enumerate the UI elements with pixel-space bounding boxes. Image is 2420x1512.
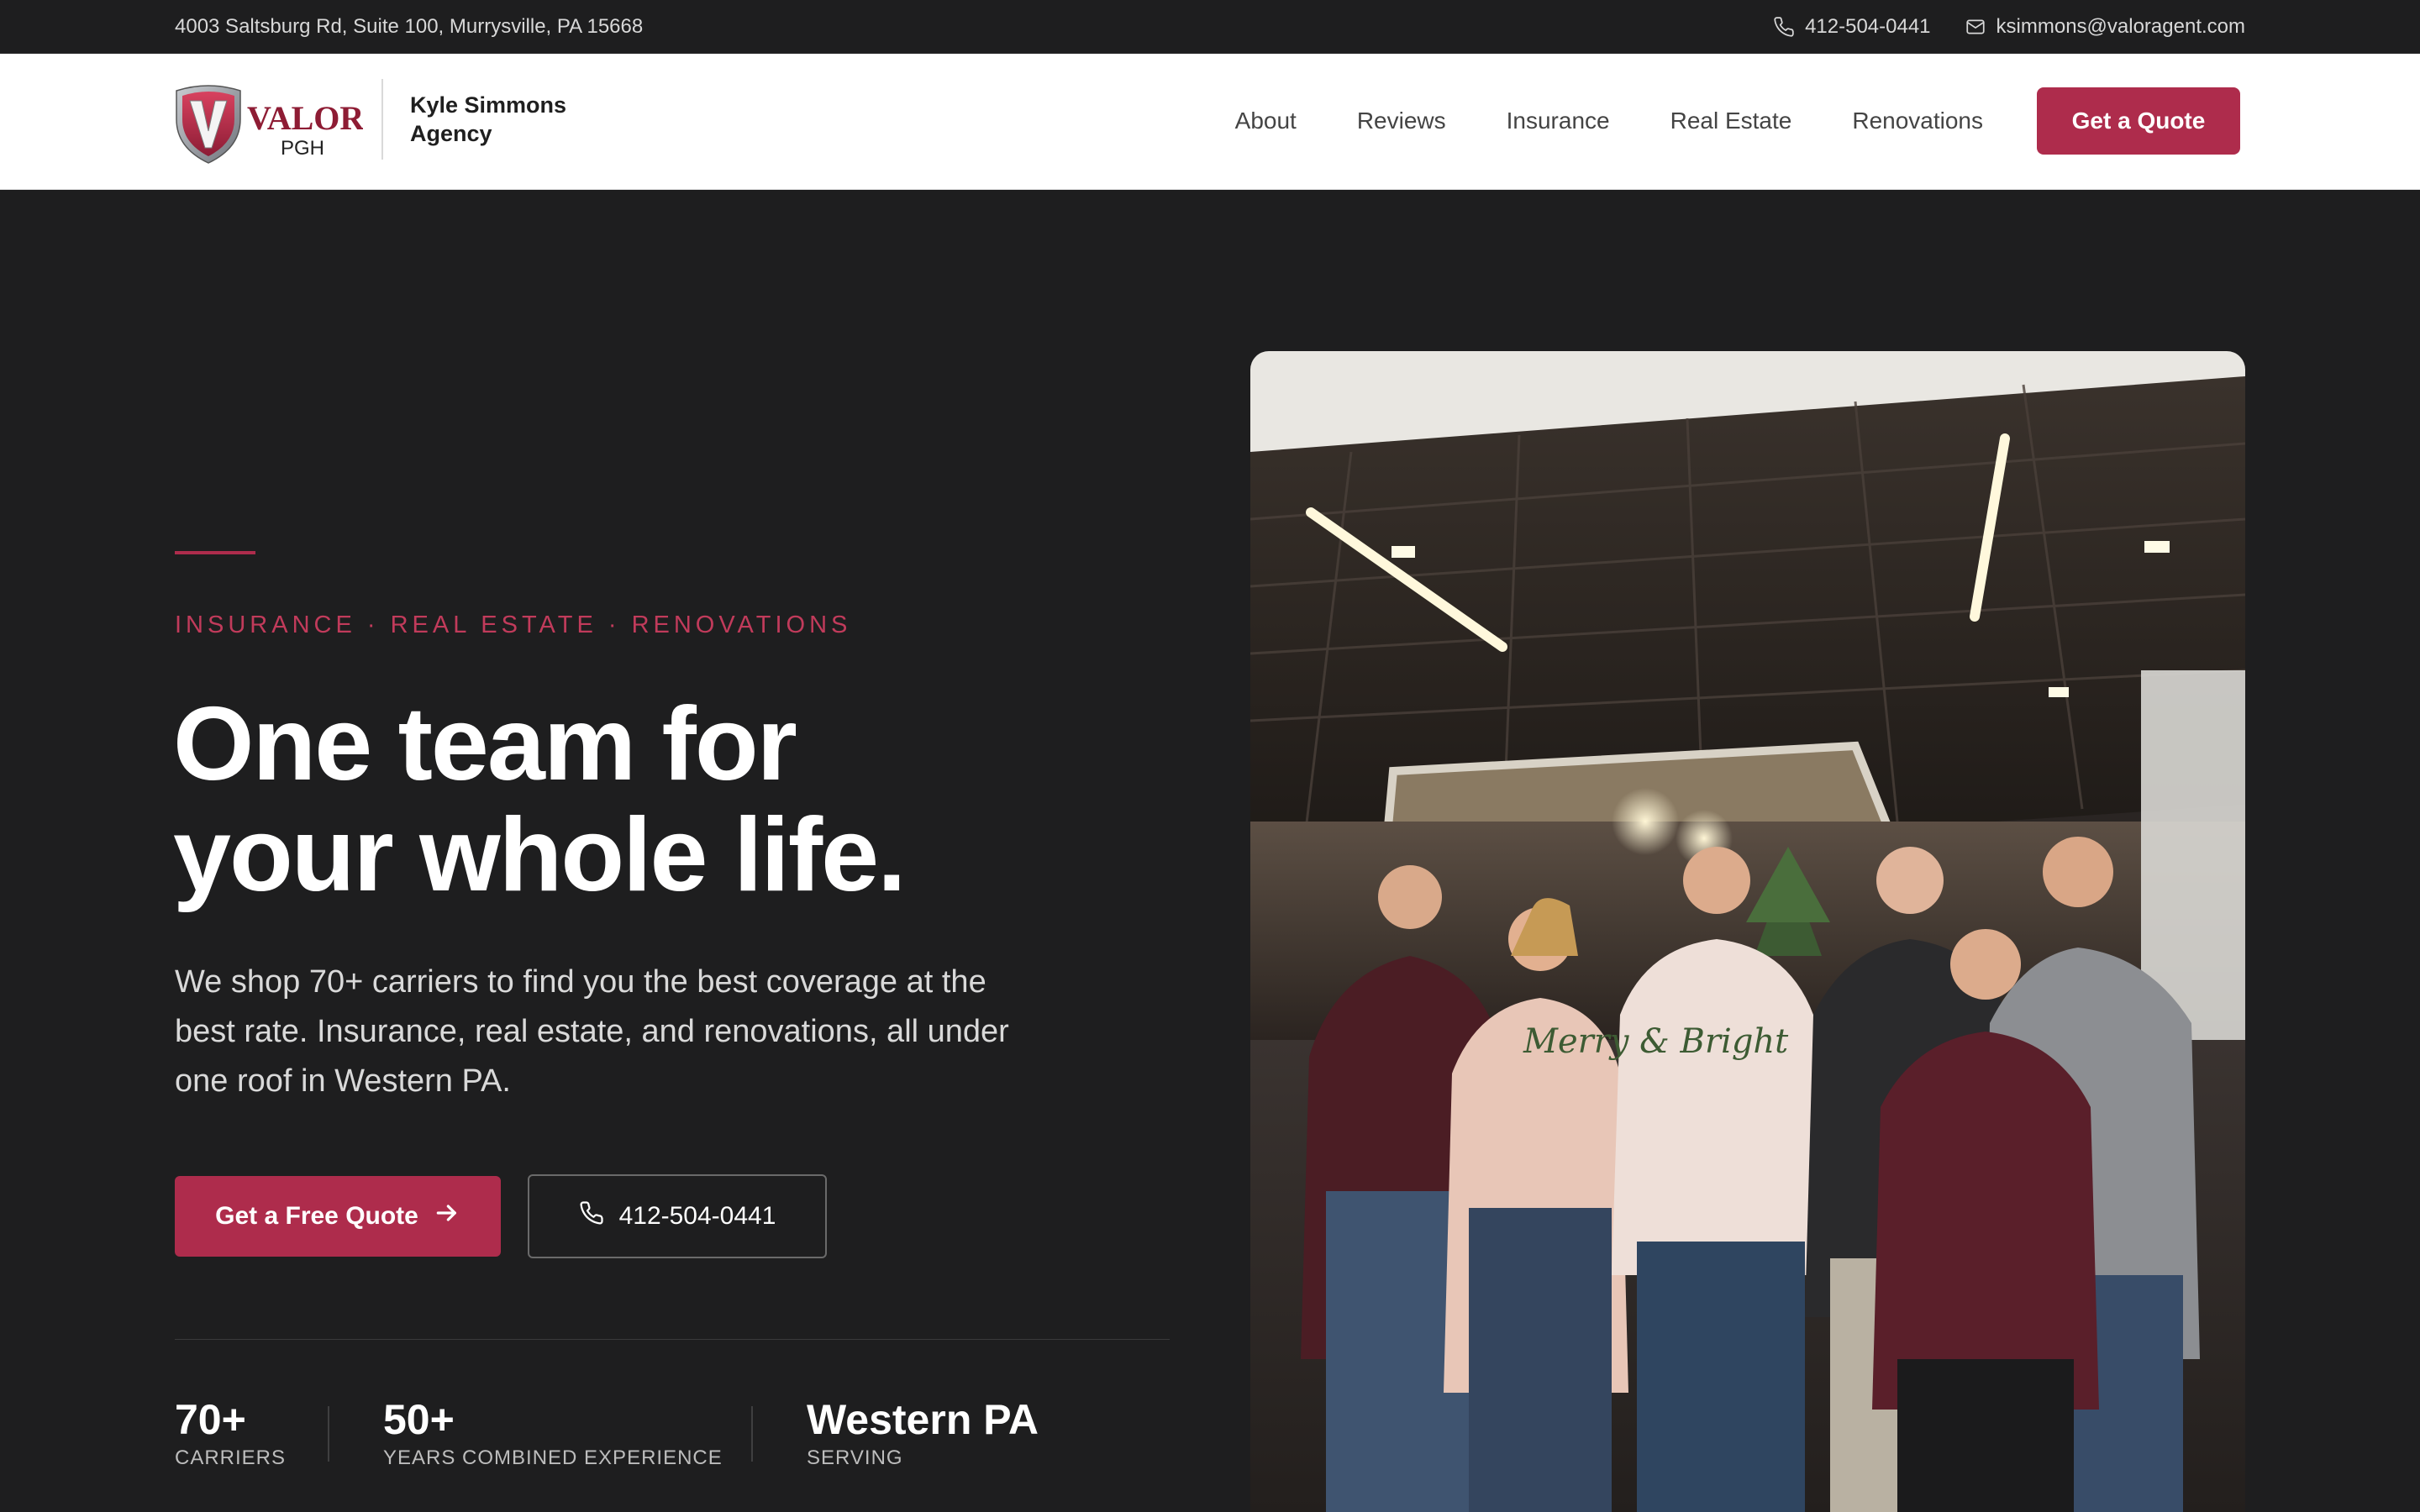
stat-separator <box>751 1406 753 1462</box>
nav-insurance[interactable]: Insurance <box>1507 87 1610 155</box>
accent-line <box>175 551 255 554</box>
valor-logo[interactable]: VALOR PGH <box>171 79 365 166</box>
stat-value: 50+ <box>383 1396 455 1443</box>
hero-headline-line1: One team for <box>173 686 797 802</box>
phone-icon <box>579 1200 604 1232</box>
logo-divider <box>381 79 383 160</box>
agency-name: Kyle Simmons Agency <box>410 91 612 148</box>
hero-subtext: We shop 70+ carriers to find you the bes… <box>175 964 1009 1099</box>
agency-name-line2: Agency <box>410 121 492 146</box>
hero-eyebrow: INSURANCE · REAL ESTATE · RENOVATIONS <box>175 612 852 638</box>
stat-serving: Western PA SERVING <box>807 1394 1039 1470</box>
svg-text:VALOR: VALOR <box>247 99 363 137</box>
nav-renovations[interactable]: Renovations <box>1852 87 1983 155</box>
topbar-contact: 412-504-0441 ksimmons@valoragent.com <box>1773 13 2245 40</box>
hero-headline-line2: your whole life. <box>173 797 907 913</box>
phone-icon <box>1773 16 1795 38</box>
stats-divider <box>175 1339 1170 1340</box>
sweater-text: Merry & Bright <box>1523 1022 1789 1061</box>
topbar-phone-link[interactable]: 412-504-0441 <box>1773 13 1931 40</box>
team-photo: Merry & Bright <box>1250 351 2245 1512</box>
call-phone-label: 412-504-0441 <box>618 1202 776 1230</box>
stat-carriers: 70+ CARRIERS <box>175 1394 286 1470</box>
nav-real-estate[interactable]: Real Estate <box>1670 87 1792 155</box>
stat-label: SERVING <box>807 1446 903 1469</box>
site-header: VALOR PGH Kyle Simmons Agency About Revi… <box>0 54 2420 190</box>
hero-headline: One team for your whole life. <box>173 689 1181 911</box>
address-text: 4003 Saltsburg Rd, Suite 100, Murrysvill… <box>175 15 644 38</box>
stat-label: YEARS COMBINED EXPERIENCE <box>383 1446 723 1469</box>
stat-separator <box>328 1406 329 1462</box>
stat-value: 70+ <box>175 1396 246 1443</box>
topbar-email-link[interactable]: ksimmons@valoragent.com <box>1965 13 2245 40</box>
mail-icon <box>1965 16 1986 38</box>
stat-experience: 50+ YEARS COMBINED EXPERIENCE <box>383 1394 723 1470</box>
svg-text:PGH: PGH <box>281 137 324 160</box>
arrow-right-icon <box>434 1200 460 1233</box>
topbar-phone-text: 412-504-0441 <box>1805 15 1931 38</box>
stat-label: CARRIERS <box>175 1446 287 1469</box>
get-a-quote-button[interactable]: Get a Quote <box>2037 87 2240 155</box>
stat-value: Western PA <box>807 1396 1039 1443</box>
main-nav: About Reviews Insurance Real Estate Reno… <box>1235 87 2240 155</box>
get-free-quote-button[interactable]: Get a Free Quote <box>175 1176 501 1257</box>
call-phone-button[interactable]: 412-504-0441 <box>528 1174 827 1258</box>
get-free-quote-label: Get a Free Quote <box>215 1202 418 1230</box>
nav-reviews[interactable]: Reviews <box>1357 87 1446 155</box>
agency-name-line1: Kyle Simmons <box>410 92 567 118</box>
nav-about[interactable]: About <box>1235 87 1297 155</box>
top-utility-bar: 4003 Saltsburg Rd, Suite 100, Murrysvill… <box>0 0 2420 54</box>
topbar-email-text: ksimmons@valoragent.com <box>1996 15 2245 38</box>
